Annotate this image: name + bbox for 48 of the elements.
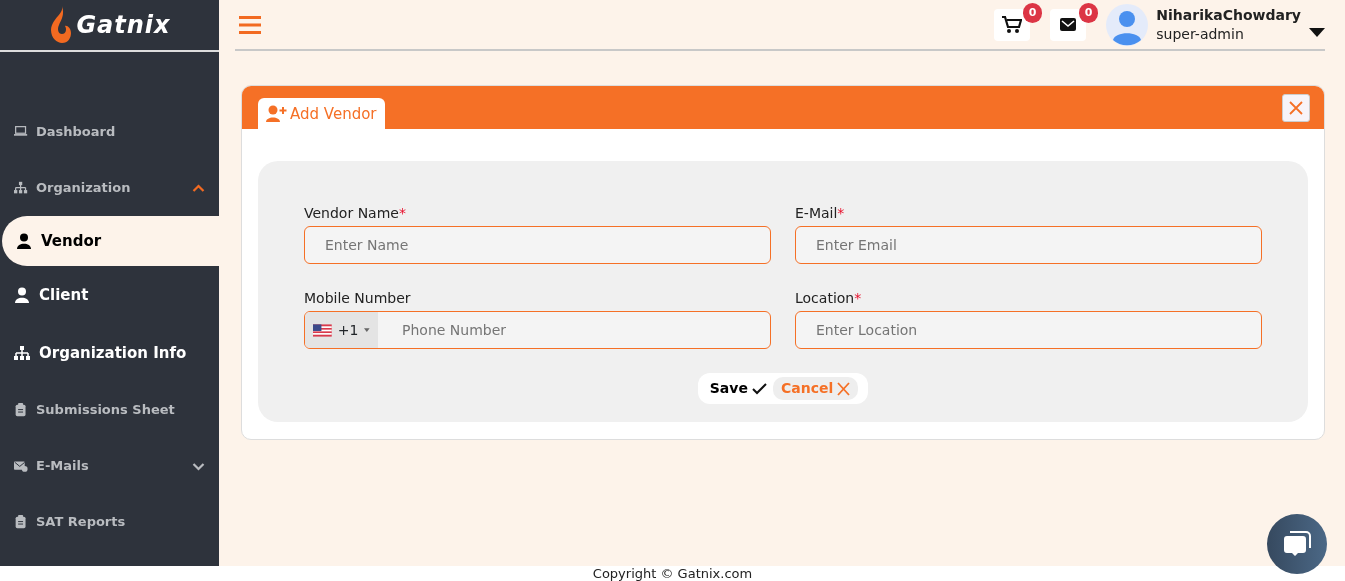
sidebar-item[interactable]: Submissions Sheet xyxy=(0,382,219,438)
mail-button[interactable] xyxy=(1050,8,1087,41)
chat-button[interactable] xyxy=(1267,514,1327,574)
clipboard-icon xyxy=(14,403,28,417)
save-button[interactable]: Save xyxy=(709,378,767,399)
sitemap-icon xyxy=(14,181,28,195)
field-label: Vendor Name* xyxy=(304,204,407,223)
sidebar-item[interactable]: Organization Info xyxy=(0,324,219,382)
caret-icon[interactable] xyxy=(1309,28,1325,37)
sidebar-item[interactable]: Vendor xyxy=(2,216,219,266)
input-field[interactable]: Enter Location xyxy=(795,311,1262,349)
flag-icon xyxy=(313,323,332,337)
sidebar-item[interactable]: SAT Reports xyxy=(0,494,219,550)
close-icon xyxy=(1289,100,1303,115)
close-button[interactable] xyxy=(1282,93,1310,122)
laptop-icon xyxy=(14,125,28,139)
input-field[interactable]: Enter Email xyxy=(795,226,1262,264)
cart-icon xyxy=(1002,15,1023,34)
check-icon xyxy=(751,382,767,395)
sidebar-item[interactable]: Dashboard xyxy=(0,104,219,160)
flame-logo-icon xyxy=(48,6,73,44)
input-field[interactable]: Enter Name xyxy=(304,226,771,264)
avatar-icon xyxy=(1106,3,1149,46)
field-label: Location* xyxy=(795,289,863,308)
close-icon xyxy=(837,381,851,396)
phone-field[interactable]: +1 Phone Number xyxy=(304,311,771,349)
cart-button[interactable] xyxy=(994,8,1031,41)
user-icon xyxy=(14,286,31,304)
sitemap-icon xyxy=(14,344,31,362)
country-code-select[interactable]: +1 xyxy=(305,312,378,348)
menu-icon[interactable] xyxy=(239,15,261,34)
mail-icon xyxy=(14,459,28,473)
sidebar-item[interactable]: Client xyxy=(0,266,219,324)
user-name: NiharikaChowdary xyxy=(1156,5,1301,25)
field-label: Mobile Number xyxy=(304,289,412,308)
sidebar-item[interactable]: E-Mails xyxy=(0,438,219,494)
field-label: E-Mail* xyxy=(795,204,846,223)
user-plus-icon xyxy=(266,105,288,123)
mail-icon xyxy=(1059,17,1078,32)
count-badge: 0 xyxy=(1078,2,1099,23)
count-badge: 0 xyxy=(1022,2,1043,23)
brand-name: Gatnix xyxy=(76,10,171,41)
chat-icon xyxy=(1282,530,1312,558)
user-icon xyxy=(16,232,33,250)
caret-icon xyxy=(364,328,370,332)
clipboard-icon xyxy=(14,515,28,529)
user-role: super-admin xyxy=(1156,24,1245,44)
sidebar-item[interactable]: Organization xyxy=(0,160,219,216)
